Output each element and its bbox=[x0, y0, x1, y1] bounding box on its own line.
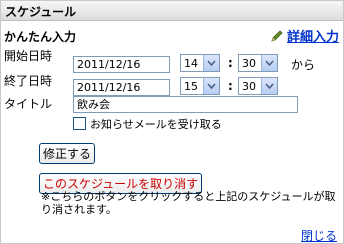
start-hour-value: 14 bbox=[184, 57, 198, 70]
notify-label: お知らせメールを受け取る bbox=[90, 118, 222, 131]
start-date-input[interactable]: 2011/12/16 bbox=[73, 56, 170, 73]
end-date-input[interactable]: 2011/12/16 bbox=[73, 79, 170, 96]
end-hour-select[interactable]: 15 bbox=[180, 77, 220, 95]
end-minute-value: 30 bbox=[242, 80, 256, 93]
cancel-note: ※こちらのボタンをクリックすると上記のスケジュールが取り消されます。 bbox=[41, 190, 336, 216]
end-time-colon: : bbox=[228, 79, 233, 93]
section-title: かんたん入力 bbox=[4, 30, 77, 44]
window-title: スケジュール bbox=[5, 5, 77, 19]
cancel-schedule-button-label: このスケジュールを取り消す bbox=[43, 177, 199, 191]
chevron-down-icon bbox=[203, 55, 219, 71]
detail-input-link-group[interactable]: 詳細入力 bbox=[270, 26, 339, 45]
start-hour-select[interactable]: 14 bbox=[180, 54, 220, 72]
close-link[interactable]: 閉じる bbox=[301, 227, 337, 244]
title-bar: スケジュール bbox=[1, 1, 343, 21]
end-hour-value: 15 bbox=[184, 80, 198, 93]
schedule-dialog: スケジュール かんたん入力 詳細入力 開始日時 2011/12/16 14 : … bbox=[0, 0, 344, 244]
chevron-down-icon bbox=[203, 78, 219, 94]
start-minute-value: 30 bbox=[242, 57, 256, 70]
notify-checkbox[interactable] bbox=[73, 117, 86, 130]
start-suffix: から bbox=[291, 58, 316, 72]
chevron-down-icon bbox=[261, 55, 277, 71]
chevron-down-icon bbox=[261, 78, 277, 94]
modify-button-label: 修正する bbox=[43, 147, 92, 161]
title-input[interactable]: 飲み会 bbox=[73, 96, 298, 113]
start-time-colon: : bbox=[228, 56, 233, 70]
end-label: 終了日時 bbox=[4, 74, 53, 88]
title-label: タイトル bbox=[4, 97, 53, 111]
detail-input-link[interactable]: 詳細入力 bbox=[287, 26, 339, 45]
modify-button[interactable]: 修正する bbox=[39, 143, 96, 164]
end-minute-select[interactable]: 30 bbox=[238, 77, 278, 95]
pencil-icon bbox=[271, 29, 283, 42]
start-minute-select[interactable]: 30 bbox=[238, 54, 278, 72]
start-label: 開始日時 bbox=[4, 49, 53, 63]
